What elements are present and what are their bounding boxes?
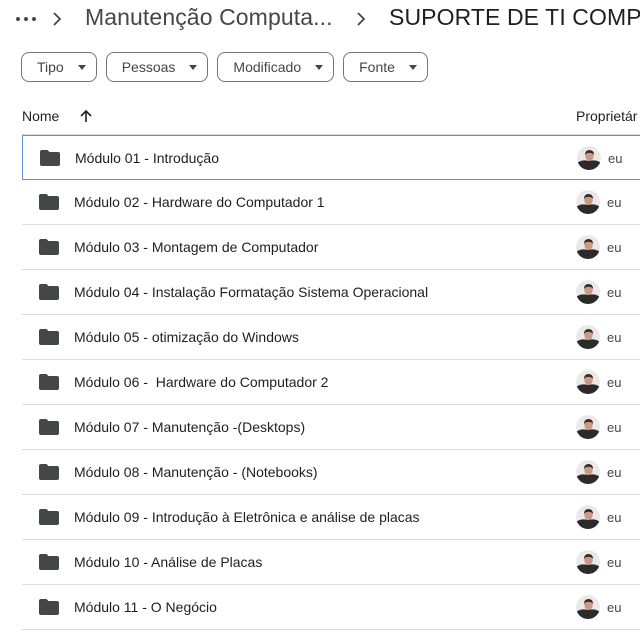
table-row[interactable]: Módulo 05 - otimização do Windows eu [22,315,640,360]
filter-label: Pessoas [121,59,176,75]
file-name: Módulo 10 - Análise de Placas [74,554,263,570]
owner-label: eu [607,375,622,390]
file-name: Módulo 01 - Introdução [75,150,219,166]
breadcrumb: Manutenção Computa... SUPORTE DE TI COMP… [0,0,640,38]
file-name: Módulo 07 - Manutenção -(Desktops) [74,419,306,435]
owner-label: eu [607,600,622,615]
avatar [576,460,600,484]
avatar [576,280,600,304]
table-row[interactable]: Módulo 10 - Análise de Placas eu [22,540,640,585]
file-name: Módulo 11 - O Negócio [74,599,217,615]
table-row[interactable]: Módulo 04 - Instalação Formatação Sistem… [22,270,640,315]
caret-down-icon [77,64,86,70]
folder-icon [40,150,60,166]
owner-label: eu [607,420,622,435]
column-header-name[interactable]: Nome [22,108,59,124]
file-name: Módulo 05 - otimização do Windows [74,329,299,345]
caret-down-icon [408,64,417,70]
file-name: Módulo 02 - Hardware do Computador 1 [74,194,325,210]
breadcrumb-item-parent[interactable]: Manutenção Computa... [85,4,333,31]
table-row[interactable]: Módulo 06 - Hardware do Computador 2 eu [22,360,640,405]
table-row[interactable]: Módulo 03 - Montagem de Computador eu [22,225,640,270]
table-row[interactable]: Módulo 02 - Hardware do Computador 1 eu [22,180,640,225]
folder-icon [39,509,59,525]
filter-source-chip[interactable]: Fonte [343,52,428,82]
folder-icon [39,374,59,390]
file-name: Módulo 08 - Manutenção - (Notebooks) [74,464,318,480]
file-list: Módulo 01 - Introdução eu Módulo 02 - Hard… [22,135,640,630]
avatar [576,550,600,574]
filter-label: Fonte [359,59,395,75]
folder-icon [39,329,59,345]
folder-icon [39,464,59,480]
owner-label: eu [607,240,622,255]
arrow-up-icon[interactable] [77,107,95,125]
owner-label: eu [607,195,622,210]
filter-label: Tipo [37,59,64,75]
owner-label: eu [607,510,622,525]
filter-bar: Tipo Pessoas Modificado Fonte [21,52,428,82]
avatar [576,190,600,214]
table-row[interactable]: Módulo 09 - Introdução à Eletrônica e an… [22,495,640,540]
folder-icon [39,284,59,300]
file-name: Módulo 03 - Montagem de Computador [74,239,319,255]
table-row[interactable]: Módulo 07 - Manutenção -(Desktops) eu [22,405,640,450]
owner-label: eu [607,285,622,300]
filter-people-chip[interactable]: Pessoas [105,52,209,82]
owner-label: eu [607,555,622,570]
avatar [576,415,600,439]
owner-label: eu [608,151,623,166]
avatar [576,370,600,394]
owner-label: eu [607,465,622,480]
file-name: Módulo 06 - Hardware do Computador 2 [74,374,329,390]
folder-icon [39,419,59,435]
folder-icon [39,599,59,615]
filter-modified-chip[interactable]: Modificado [217,52,335,82]
breadcrumb-item-current[interactable]: SUPORTE DE TI COMPL... [389,4,640,31]
more-horiz-icon[interactable] [16,9,36,29]
table-row[interactable]: Módulo 01 - Introdução eu [22,135,640,180]
file-name: Módulo 09 - Introdução à Eletrônica e an… [74,509,420,525]
avatar [576,595,600,619]
caret-down-icon [189,64,198,70]
chevron-right-icon [357,12,366,26]
avatar [576,505,600,529]
column-header-owner[interactable]: Proprietár [576,108,637,124]
folder-icon [39,194,59,210]
chevron-right-icon [53,12,62,26]
folder-icon [39,554,59,570]
avatar [576,325,600,349]
file-name: Módulo 04 - Instalação Formatação Sistem… [74,284,429,300]
owner-label: eu [607,330,622,345]
table-row[interactable]: Módulo 11 - O Negócio eu [22,585,640,630]
folder-icon [39,239,59,255]
table-header: Nome Proprietár [0,100,640,132]
avatar [576,235,600,259]
caret-down-icon [315,64,324,70]
filter-type-chip[interactable]: Tipo [21,52,97,82]
avatar [577,146,601,170]
table-row[interactable]: Módulo 08 - Manutenção - (Notebooks) eu [22,450,640,495]
filter-label: Modificado [233,59,302,75]
